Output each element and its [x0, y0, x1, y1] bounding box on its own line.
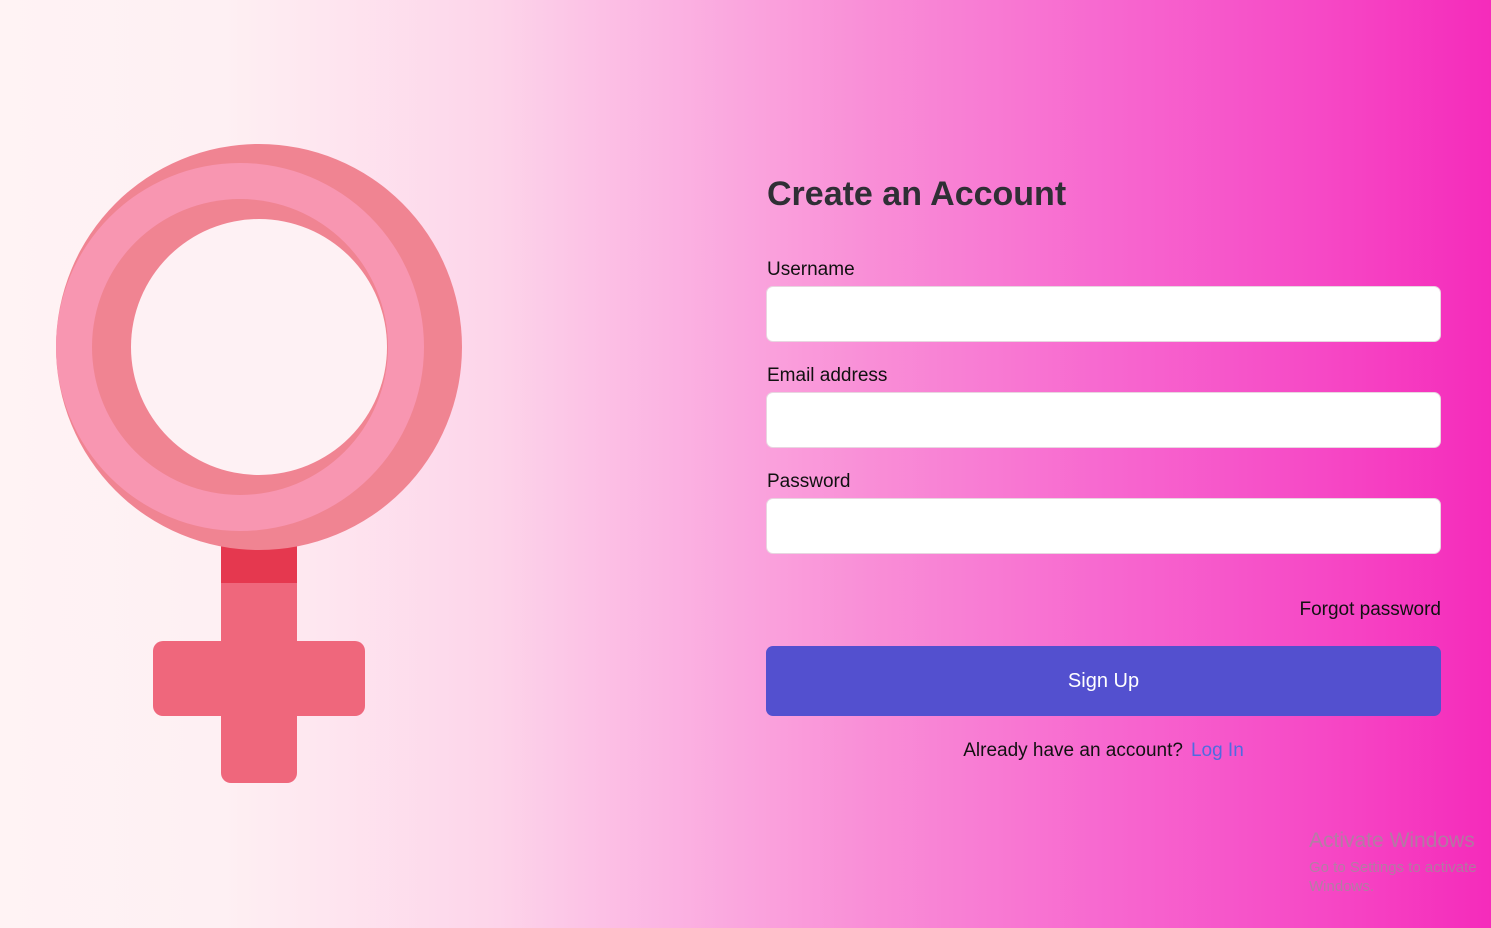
signup-form: Create an Account Username Email address…: [766, 170, 1441, 762]
watermark-subtitle: Go to Settings to activate Windows.: [1309, 859, 1477, 895]
password-input[interactable]: [766, 498, 1441, 554]
watermark-title: Activate Windows: [1309, 829, 1475, 852]
symbol-crossbar: [153, 641, 365, 716]
password-label: Password: [767, 471, 851, 492]
email-label: Email address: [767, 365, 888, 386]
symbol-ring-hole: [131, 219, 387, 475]
username-input[interactable]: [766, 286, 1441, 342]
sign-up-button[interactable]: Sign Up: [766, 646, 1441, 716]
windows-activation-watermark: Activate Windows Go to Settings to activ…: [1309, 828, 1491, 896]
username-label: Username: [767, 259, 855, 280]
page-title: Create an Account: [767, 175, 1067, 213]
email-input[interactable]: [766, 392, 1441, 448]
female-symbol-icon: [56, 144, 462, 783]
forgot-password-link[interactable]: Forgot password: [1299, 599, 1441, 620]
login-prompt: Already have an account? Log In: [766, 740, 1441, 762]
already-have-account-text: Already have an account?: [963, 740, 1183, 761]
login-link[interactable]: Log In: [1191, 740, 1244, 761]
